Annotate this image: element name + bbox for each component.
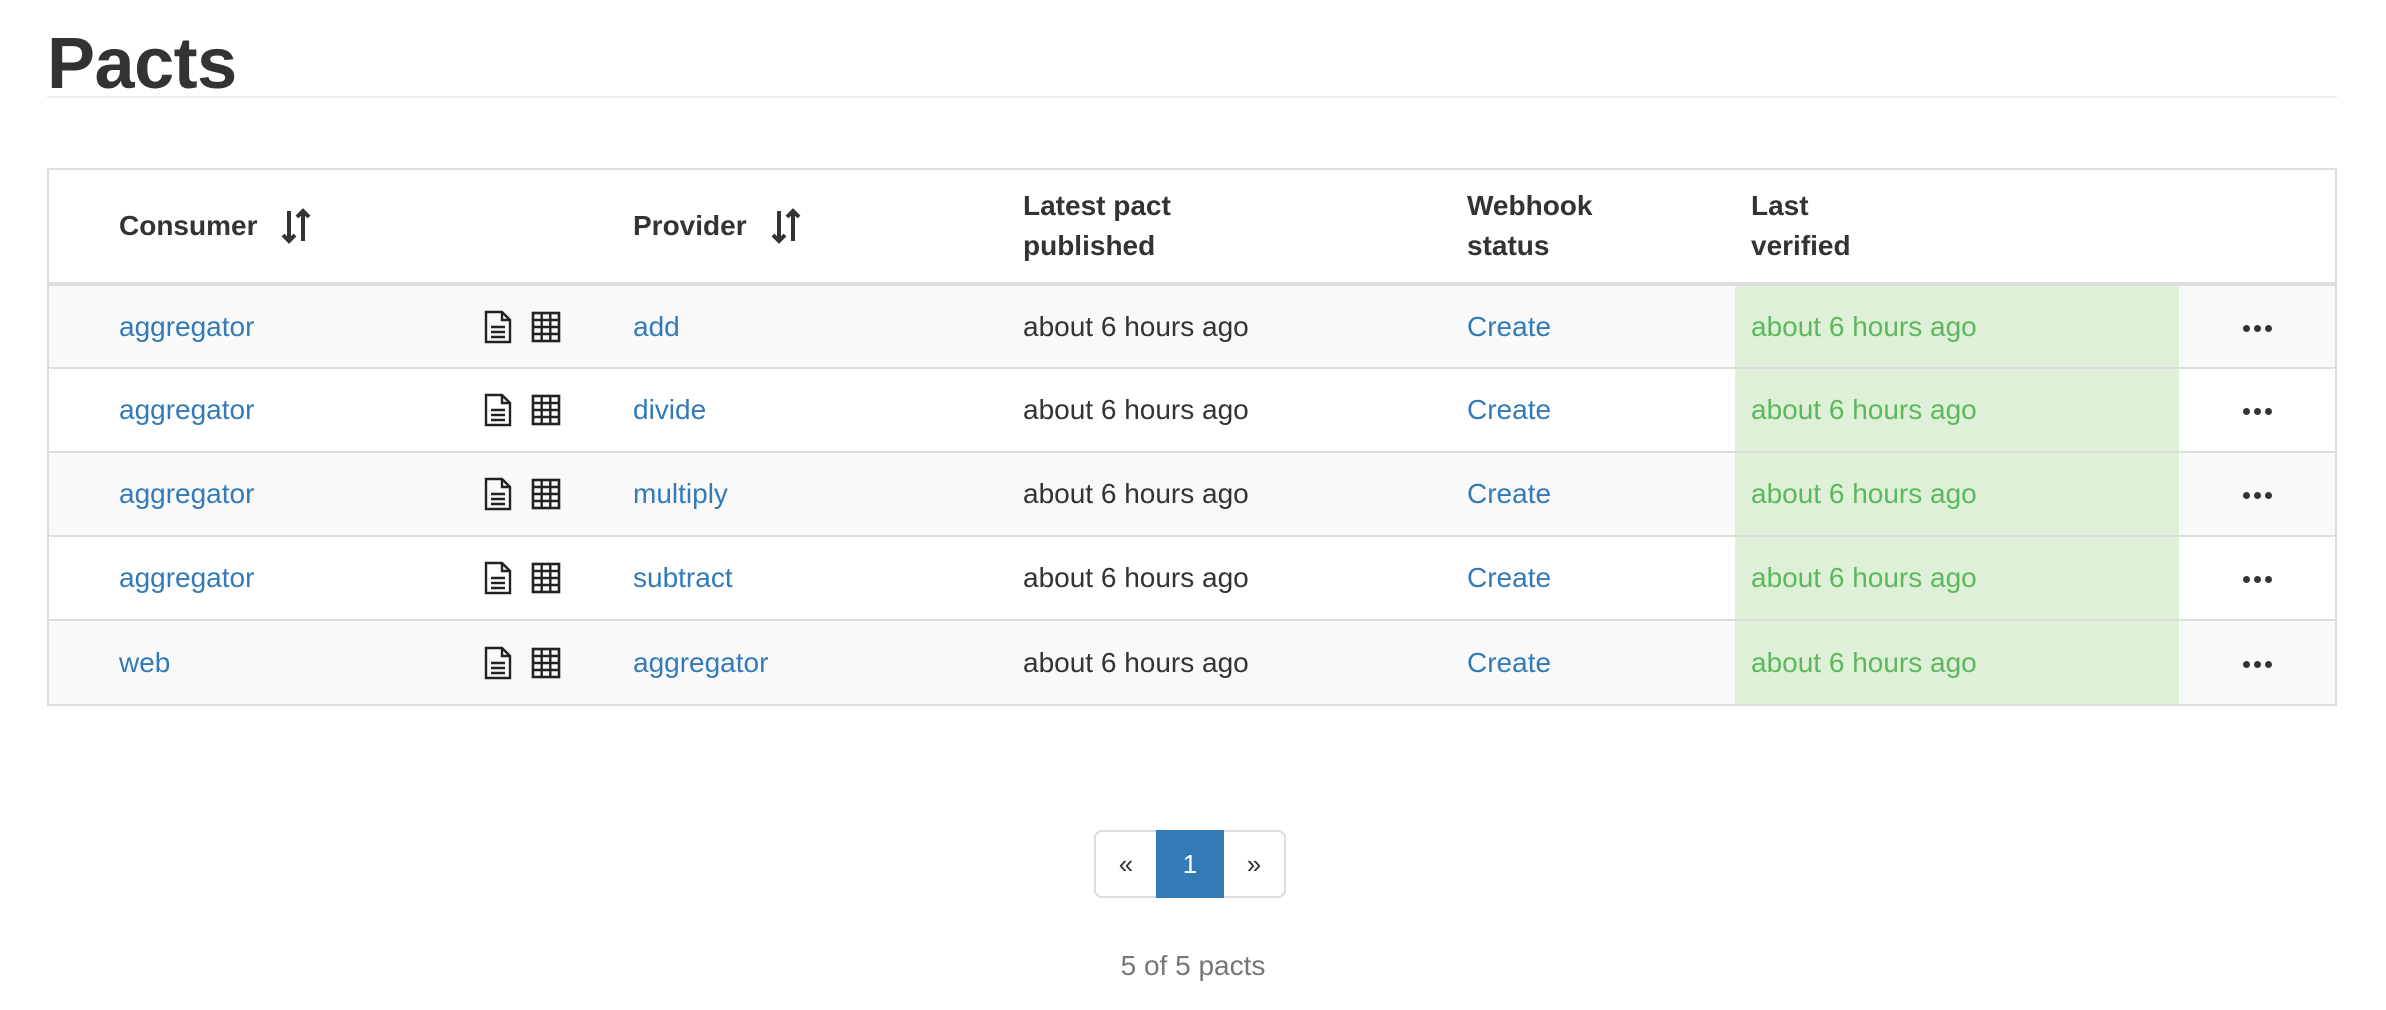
provider-link[interactable]: aggregator bbox=[633, 647, 768, 678]
published-cell: about 6 hours ago bbox=[1023, 478, 1249, 509]
ellipsis-icon[interactable] bbox=[2239, 570, 2276, 589]
ellipsis-icon[interactable] bbox=[2239, 319, 2276, 338]
actions-header bbox=[2179, 170, 2335, 284]
table-row: aggregator divide about 6 hours ago Crea… bbox=[49, 368, 2335, 452]
webhook-create-link[interactable]: Create bbox=[1467, 647, 1551, 678]
consumer-header: Consumer bbox=[49, 170, 483, 284]
consumer-link[interactable]: aggregator bbox=[119, 562, 254, 593]
document-icon[interactable] bbox=[483, 646, 513, 680]
matrix-icon[interactable] bbox=[531, 646, 561, 680]
matrix-icon[interactable] bbox=[531, 561, 561, 595]
webhook-create-link[interactable]: Create bbox=[1467, 394, 1551, 425]
sort-icon[interactable] bbox=[281, 208, 311, 244]
provider-link[interactable]: divide bbox=[633, 394, 706, 425]
webhook-header-line2: status bbox=[1467, 230, 1550, 261]
verified-cell: about 6 hours ago bbox=[1735, 368, 2179, 452]
provider-link[interactable]: add bbox=[633, 311, 680, 342]
document-icon[interactable] bbox=[483, 393, 513, 427]
document-icon[interactable] bbox=[483, 477, 513, 511]
matrix-icon[interactable] bbox=[531, 310, 561, 344]
published-cell: about 6 hours ago bbox=[1023, 646, 1249, 678]
published-cell: about 6 hours ago bbox=[1023, 310, 1249, 342]
table-row: aggregator subtract about 6 hours ago Cr… bbox=[49, 536, 2335, 620]
pacts-table: Consumer Provider Latest pact published … bbox=[47, 168, 2337, 706]
latest-pact-header-line2: published bbox=[1023, 230, 1156, 261]
page-title: Pacts bbox=[47, 0, 2337, 100]
document-icon[interactable] bbox=[483, 561, 513, 595]
consumer-header-label: Consumer bbox=[119, 210, 258, 241]
prev-page-button[interactable]: « bbox=[1094, 830, 1156, 898]
document-icon[interactable] bbox=[483, 310, 513, 344]
sort-icon[interactable] bbox=[771, 208, 801, 244]
matrix-icon[interactable] bbox=[531, 393, 561, 427]
published-cell: about 6 hours ago bbox=[1023, 394, 1249, 425]
last-verified-header-line2: verified bbox=[1751, 230, 1851, 261]
table-header-row: Consumer Provider Latest pact published … bbox=[49, 170, 2335, 284]
latest-pact-header: Latest pact published bbox=[1023, 170, 1467, 284]
consumer-link[interactable]: aggregator bbox=[119, 478, 254, 509]
consumer-link[interactable]: aggregator bbox=[119, 394, 254, 425]
verified-cell: about 6 hours ago bbox=[1735, 620, 2179, 704]
provider-header-label: Provider bbox=[633, 210, 747, 241]
latest-pact-header-line1: Latest pact bbox=[1023, 190, 1171, 221]
table-row: web aggregator about 6 hours ago Create … bbox=[49, 620, 2335, 704]
table-row: aggregator add about 6 hours ago Create … bbox=[49, 284, 2335, 368]
webhook-create-link[interactable]: Create bbox=[1467, 478, 1551, 509]
ellipsis-icon[interactable] bbox=[2239, 486, 2276, 505]
verified-cell: about 6 hours ago bbox=[1735, 284, 2179, 368]
verified-cell: about 6 hours ago bbox=[1735, 452, 2179, 536]
consumer-actions-header bbox=[483, 170, 633, 284]
last-verified-header-line1: Last bbox=[1751, 190, 1809, 221]
webhook-create-link[interactable]: Create bbox=[1467, 311, 1551, 342]
published-cell: about 6 hours ago bbox=[1023, 562, 1249, 593]
matrix-icon[interactable] bbox=[531, 477, 561, 511]
webhook-create-link[interactable]: Create bbox=[1467, 562, 1551, 593]
current-page-button[interactable]: 1 bbox=[1156, 830, 1224, 898]
next-page-button[interactable]: » bbox=[1224, 830, 1286, 898]
ellipsis-icon[interactable] bbox=[2239, 655, 2276, 674]
verified-cell: about 6 hours ago bbox=[1735, 536, 2179, 620]
last-verified-header: Last verified bbox=[1735, 170, 2179, 284]
provider-link[interactable]: multiply bbox=[633, 478, 728, 509]
webhook-header: Webhook status bbox=[1467, 170, 1735, 284]
webhook-header-line1: Webhook bbox=[1467, 190, 1593, 221]
provider-link[interactable]: subtract bbox=[633, 562, 733, 593]
pact-count: 5 of 5 pacts bbox=[1120, 950, 1266, 981]
page: Pacts Consumer Provider Latest pact publ… bbox=[47, 0, 2337, 706]
provider-header: Provider bbox=[633, 170, 1023, 284]
consumer-link[interactable]: web bbox=[119, 647, 170, 678]
table-row: aggregator multiply about 6 hours ago Cr… bbox=[49, 452, 2335, 536]
consumer-link[interactable]: aggregator bbox=[119, 311, 254, 342]
ellipsis-icon[interactable] bbox=[2239, 402, 2276, 421]
pagination: « 1 » bbox=[1094, 830, 1286, 898]
